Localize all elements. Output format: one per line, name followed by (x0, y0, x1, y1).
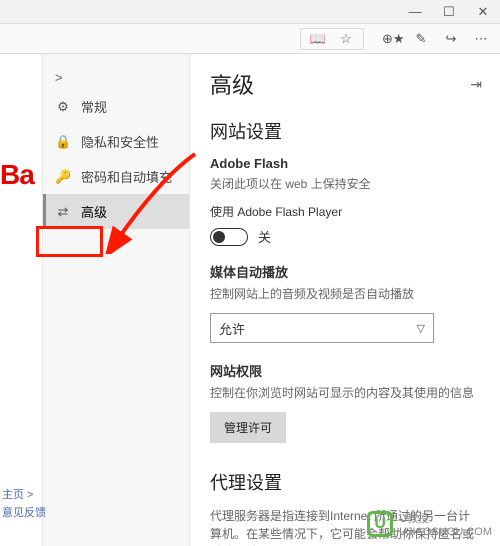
share-icon[interactable]: ↪ (442, 31, 460, 47)
window-close-button[interactable]: ✕ (466, 0, 500, 24)
autoplay-select-value: 允许 (219, 319, 245, 338)
manage-permissions-button[interactable]: 管理许可 (210, 412, 286, 443)
toggle-knob (213, 231, 225, 243)
watermark-badge-icon: U (367, 511, 393, 537)
autoplay-description: 控制网站上的音频及视频是否自动播放 (210, 285, 482, 303)
background-page-logo: Ba (0, 159, 34, 191)
flash-description: 关闭此项以在 web 上保持安全 (210, 175, 482, 193)
flash-toggle[interactable] (210, 228, 248, 246)
section-website-settings: 网站设置 (210, 118, 482, 144)
reading-view-icon[interactable]: 📖 (309, 31, 327, 47)
lock-icon: 🔒 (55, 134, 71, 150)
sidebar-item-label: 隐私和安全性 (81, 132, 159, 151)
section-proxy: 代理设置 (210, 469, 482, 495)
panel-title: 高级 (210, 68, 254, 100)
window-titlebar: — ☐ ✕ (0, 0, 500, 24)
address-actions: 📖 ☆ (300, 28, 364, 50)
autoplay-select[interactable]: 允许 ▽ (210, 313, 434, 343)
sidebar-item-label: 常规 (81, 97, 107, 116)
pin-panel-icon[interactable]: ⇥ (470, 76, 482, 93)
sliders-icon: ⇄ (55, 204, 71, 220)
footer-link-home[interactable]: 主页 > (2, 486, 46, 502)
gear-icon: ⚙ (55, 99, 71, 115)
footer-link-feedback[interactable]: 意见反馈 (2, 504, 46, 520)
autoplay-heading: 媒体自动播放 (210, 262, 482, 281)
sidebar-item-advanced[interactable]: ⇄ 高级 (43, 194, 189, 229)
watermark: U U教授 UJIAOSHOU.COM (367, 510, 492, 538)
sidebar-item-general[interactable]: ⚙ 常规 (43, 89, 189, 124)
window-minimize-button[interactable]: — (398, 0, 432, 24)
sidebar-item-label: 密码和自动填充 (81, 167, 172, 186)
sidebar-item-privacy[interactable]: 🔒 隐私和安全性 (43, 124, 189, 159)
sidebar-item-label: 高级 (81, 202, 107, 221)
add-favorites-icon[interactable]: ⊕★ (382, 31, 400, 47)
page-footer-links: 主页 > 意见反馈 (0, 484, 46, 522)
key-icon: 🔑 (55, 169, 71, 185)
chevron-down-icon: ▽ (417, 322, 425, 335)
watermark-text: U教授 (399, 510, 492, 526)
watermark-url: UJIAOSHOU.COM (399, 526, 492, 538)
browser-toolbar: 📖 ☆ ⊕★ ✎ ↪ ⋯ (0, 24, 500, 54)
favorite-star-icon[interactable]: ☆ (337, 31, 355, 47)
sidebar-item-passwords[interactable]: 🔑 密码和自动填充 (43, 159, 189, 194)
flash-toggle-label: 使用 Adobe Flash Player (210, 203, 482, 221)
window-maximize-button[interactable]: ☐ (432, 0, 466, 24)
flash-heading: Adobe Flash (210, 156, 482, 171)
permissions-description: 控制在你浏览时网站可显示的内容及其使用的信息 (210, 384, 482, 402)
settings-sidebar: > ⚙ 常规 🔒 隐私和安全性 🔑 密码和自动填充 ⇄ 高级 (42, 54, 190, 546)
settings-panel: 高级 ⇥ 网站设置 Adobe Flash 关闭此项以在 web 上保持安全 使… (190, 54, 500, 546)
more-icon[interactable]: ⋯ (472, 31, 490, 47)
sidebar-expand-icon[interactable]: > (43, 66, 189, 89)
flash-toggle-state: 关 (258, 227, 271, 246)
permissions-heading: 网站权限 (210, 361, 482, 380)
web-note-icon[interactable]: ✎ (412, 31, 430, 47)
